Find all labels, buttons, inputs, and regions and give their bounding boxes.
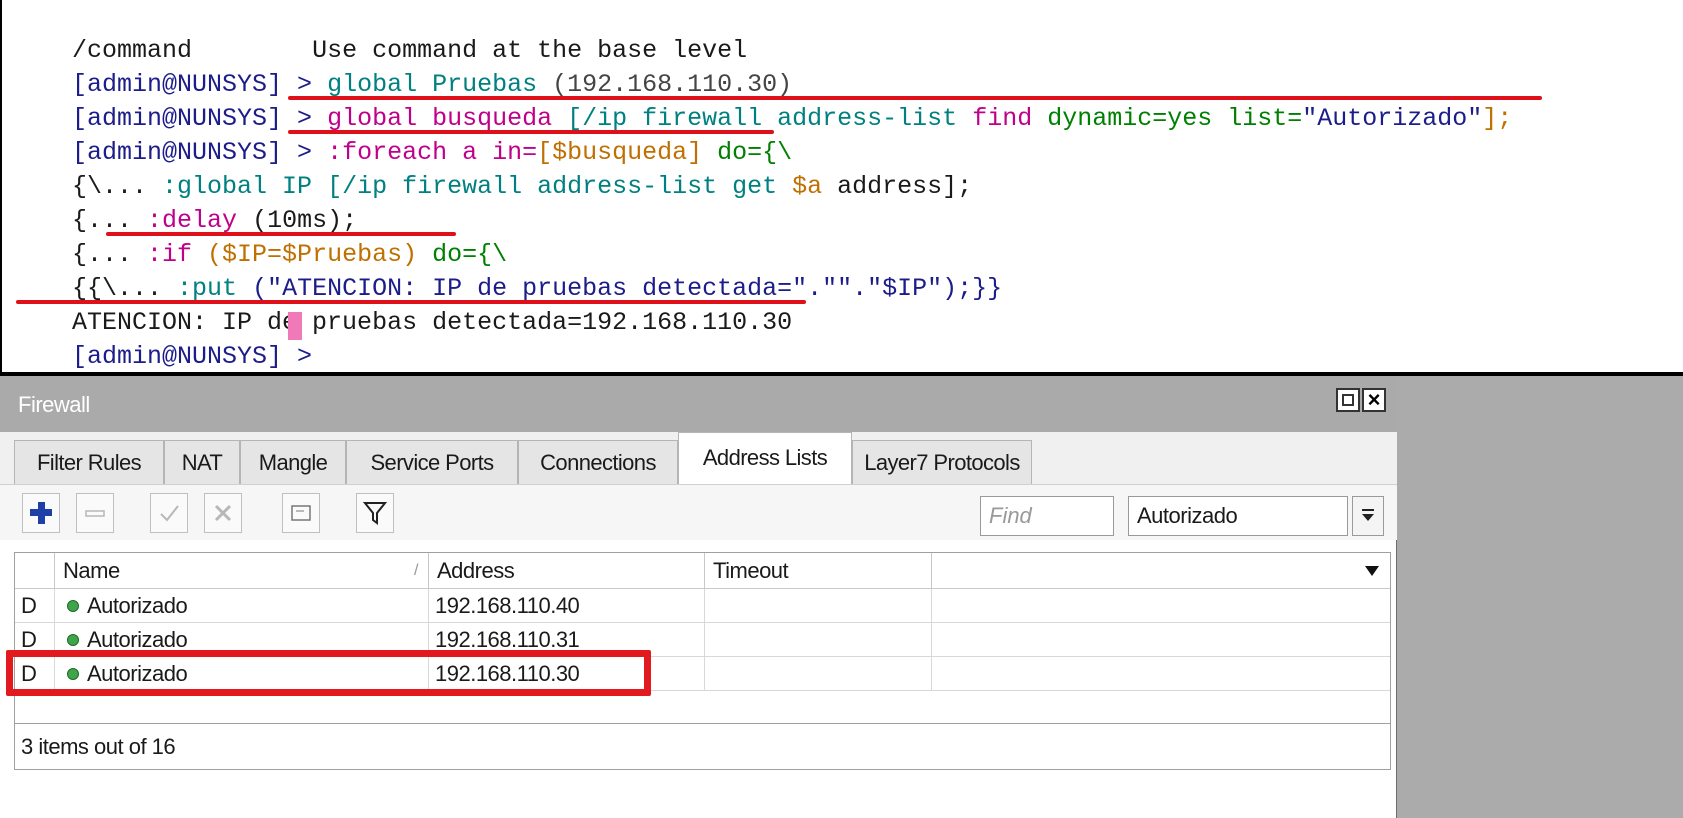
highlight-annotation-box bbox=[6, 650, 651, 696]
terminal-text: dynamic=yes bbox=[1047, 104, 1228, 133]
table-row[interactable]: D Autorizado 192.168.110.40 bbox=[15, 589, 1390, 623]
row-name-text: Autorizado bbox=[87, 593, 188, 618]
row-address: 192.168.110.40 bbox=[429, 589, 705, 622]
row-timeout bbox=[705, 657, 932, 690]
terminal-line: /command Use command at the base level bbox=[12, 0, 747, 65]
column-menu-icon bbox=[1365, 566, 1379, 576]
restore-icon bbox=[1342, 394, 1354, 406]
terminal-text: address]; bbox=[822, 172, 973, 201]
terminal-variable: $a bbox=[792, 172, 823, 201]
close-button[interactable]: × bbox=[1362, 388, 1386, 412]
check-icon bbox=[160, 505, 179, 522]
window-title: Firewall bbox=[18, 392, 90, 417]
tab-layer7-protocols[interactable]: Layer7 Protocols bbox=[852, 440, 1032, 484]
terminal-cursor bbox=[288, 312, 302, 340]
tab-connections[interactable]: Connections bbox=[518, 440, 678, 484]
tab-nat[interactable]: NAT bbox=[164, 440, 240, 484]
column-header-name[interactable]: Name / bbox=[55, 553, 429, 589]
status-dot-icon bbox=[67, 634, 79, 647]
column-header-flag[interactable] bbox=[15, 553, 55, 589]
filter-icon bbox=[363, 502, 387, 525]
find-input[interactable] bbox=[980, 496, 1114, 536]
close-icon: × bbox=[1367, 387, 1381, 412]
column-header-empty[interactable] bbox=[932, 553, 1390, 589]
firewall-window: Firewall × Filter Rules NAT Mangle Servi… bbox=[0, 376, 1397, 818]
toolbar: Autorizado bbox=[0, 484, 1397, 540]
terminal-text: [/ip firewall address-list get bbox=[327, 172, 793, 201]
list-filter-select[interactable]: Autorizado bbox=[1128, 496, 1348, 536]
row-timeout bbox=[705, 589, 932, 622]
plus-icon bbox=[30, 502, 52, 524]
background-panel bbox=[1397, 376, 1683, 818]
restore-button[interactable] bbox=[1336, 388, 1360, 412]
minus-icon bbox=[85, 510, 105, 517]
remove-button[interactable] bbox=[76, 493, 114, 533]
terminal-line: {{\... :put ("ATENCION: IP de pruebas de… bbox=[12, 238, 1002, 303]
comment-button[interactable] bbox=[282, 493, 320, 533]
terminal-string: "Autorizado" bbox=[1302, 104, 1483, 133]
row-name: Autorizado bbox=[55, 589, 429, 622]
cross-icon bbox=[214, 504, 232, 522]
status-bar: 3 items out of 16 bbox=[14, 724, 1391, 770]
tab-bar: Filter Rules NAT Mangle Service Ports Co… bbox=[0, 432, 1397, 484]
terminal-text: ]; bbox=[1482, 104, 1513, 133]
annotation-underline bbox=[288, 130, 774, 134]
dropdown-arrow-icon bbox=[1362, 509, 1374, 521]
add-button[interactable] bbox=[22, 493, 60, 533]
terminal[interactable]: /command Use command at the base level [… bbox=[0, 0, 1683, 372]
sort-indicator: / bbox=[414, 562, 418, 579]
column-header-label: Name bbox=[63, 558, 120, 583]
terminal-line: [admin@NUNSYS] > bbox=[12, 306, 327, 371]
row-timeout bbox=[705, 623, 932, 656]
tab-filter-rules[interactable]: Filter Rules bbox=[14, 440, 164, 484]
tab-service-ports[interactable]: Service Ports bbox=[346, 440, 518, 484]
comment-icon bbox=[291, 505, 311, 521]
terminal-line: {... :delay (10ms); bbox=[12, 170, 357, 235]
row-flag: D bbox=[15, 589, 55, 622]
terminal-prompt: [admin@NUNSYS] > bbox=[72, 342, 328, 371]
column-header-address[interactable]: Address bbox=[429, 553, 705, 589]
enable-button[interactable] bbox=[150, 493, 188, 533]
terminal-line: {\... :global IP [/ip firewall address-l… bbox=[12, 136, 972, 201]
filter-button[interactable] bbox=[356, 493, 394, 533]
terminal-text: list= bbox=[1227, 104, 1303, 133]
annotation-underline bbox=[16, 300, 806, 304]
window-title-bar[interactable]: Firewall × bbox=[0, 376, 1397, 432]
list-filter-dropdown-button[interactable] bbox=[1352, 496, 1384, 536]
tab-mangle[interactable]: Mangle bbox=[240, 440, 346, 484]
status-dot-icon bbox=[67, 600, 79, 613]
terminal-text: find bbox=[972, 104, 1048, 133]
annotation-underline bbox=[106, 232, 456, 236]
address-list-table: Name / Address Timeout D Autorizado 192.1… bbox=[14, 552, 1391, 724]
terminal-line: [admin@NUNSYS] > global Pruebas (192.168… bbox=[12, 34, 792, 99]
row-name-text: Autorizado bbox=[87, 627, 188, 652]
column-header-timeout[interactable]: Timeout bbox=[705, 553, 932, 589]
disable-button[interactable] bbox=[204, 493, 242, 533]
tab-address-lists[interactable]: Address Lists bbox=[678, 432, 852, 484]
annotation-underline bbox=[288, 96, 1542, 100]
